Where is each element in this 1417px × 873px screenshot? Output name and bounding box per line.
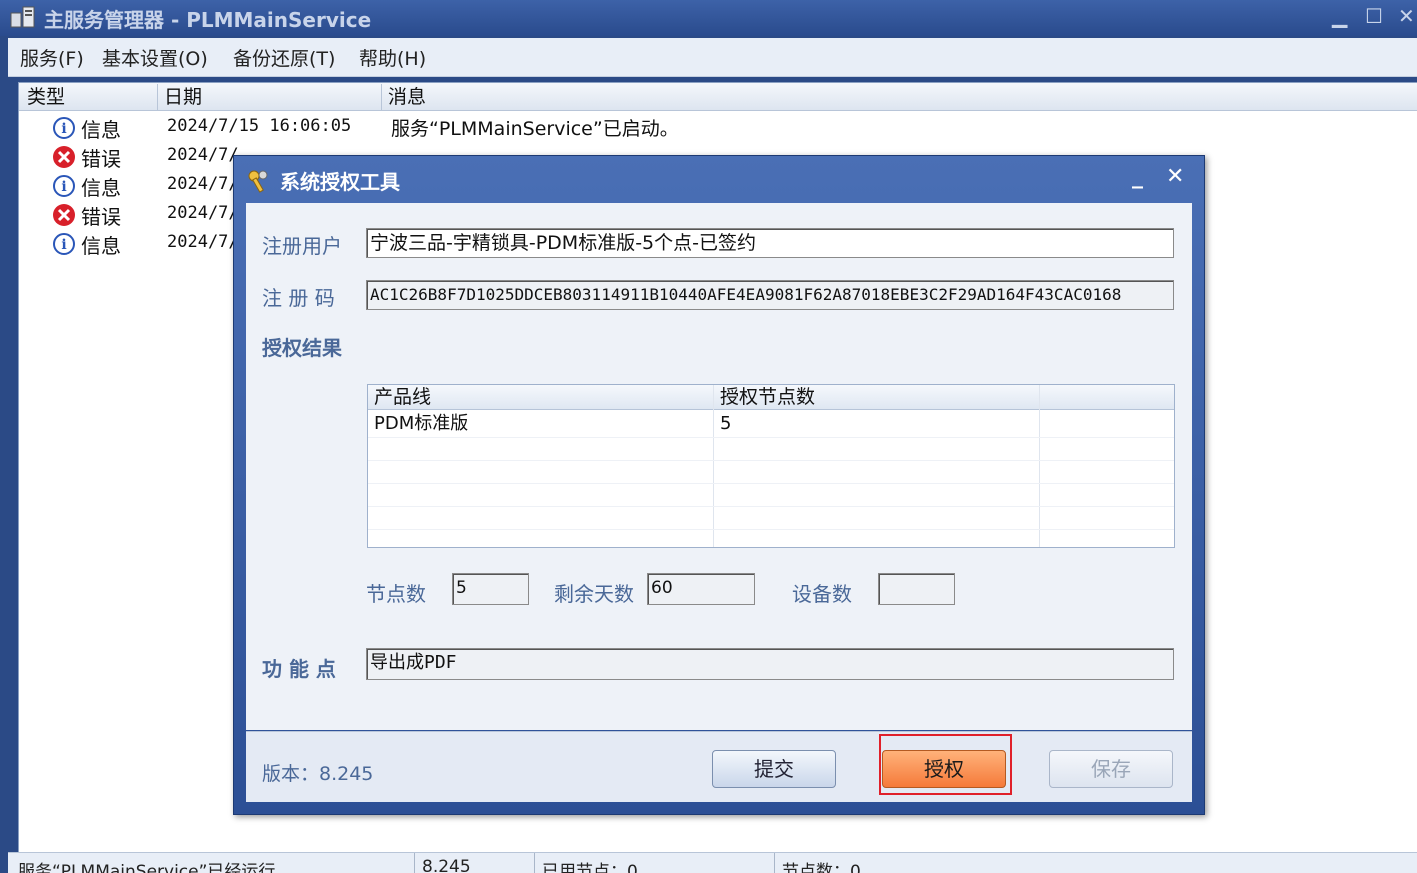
highlight-box <box>879 734 1012 795</box>
dialog-body: 注册用户 宁波三品-宇精锁具-PDM标准版-5个点-已签约 注 册 码 AC1C… <box>246 203 1192 730</box>
reg-code-label: 注 册 码 <box>262 286 335 310</box>
error-icon <box>53 146 75 168</box>
info-icon: i <box>53 117 75 139</box>
menu-backup-restore[interactable]: 备份还原(T) <box>233 44 335 71</box>
menu-help[interactable]: 帮助(H) <box>359 44 426 71</box>
status-version: 8.245 <box>422 857 471 873</box>
log-type: 错误 <box>81 205 121 229</box>
device-count-label: 设备数 <box>792 582 852 606</box>
log-message: 服务“PLMMainService”已启动。 <box>391 118 679 140</box>
log-type: 信息 <box>81 234 121 258</box>
dialog-footer: 版本：8.245 提交 授权 保存 <box>246 731 1192 802</box>
result-label: 授权结果 <box>262 336 342 360</box>
days-left-input[interactable]: 60 <box>647 573 755 605</box>
grid-header-empty <box>1039 385 1174 410</box>
reg-user-input[interactable]: 宁波三品-宇精锁具-PDM标准版-5个点-已签约 <box>366 228 1174 258</box>
dialog-close-icon[interactable]: ✕ <box>1166 164 1184 189</box>
grid-cell-nodes[interactable]: 5 <box>714 412 731 436</box>
status-used-nodes: 已用节点：0 <box>542 862 638 873</box>
main-title-bar: 主服务管理器 - PLMMainService ▁ ☐ ✕ <box>0 0 1417 36</box>
svg-text:i: i <box>61 179 66 195</box>
feature-label: 功 能 点 <box>262 657 336 681</box>
dialog-minimize-icon[interactable]: _ <box>1132 164 1143 189</box>
submit-button[interactable]: 提交 <box>712 750 836 788</box>
error-icon <box>53 204 75 226</box>
log-row[interactable]: i 信息 2024/7/15 16:06:05 服务“PLMMainServic… <box>19 113 1417 142</box>
info-icon: i <box>53 233 75 255</box>
grid-header-nodes[interactable]: 授权节点数 <box>713 385 1039 410</box>
days-left-label: 剩余天数 <box>554 582 634 606</box>
status-node-count: 节点数：0 <box>782 862 861 873</box>
keys-icon <box>248 170 268 193</box>
log-type: 错误 <box>81 147 121 171</box>
authorization-dialog: 系统授权工具 _ ✕ 注册用户 宁波三品-宇精锁具-PDM标准版-5个点-已签约… <box>233 155 1205 815</box>
col-message[interactable]: 消息 <box>381 84 1388 110</box>
svg-text:i: i <box>61 121 66 137</box>
log-date: 2024/7/ <box>167 145 239 165</box>
log-type: 信息 <box>81 176 121 200</box>
device-count-input[interactable] <box>878 573 955 605</box>
menu-bar: 服务(F) 基本设置(O) 备份还原(T) 帮助(H) <box>8 38 1417 77</box>
reg-user-label: 注册用户 <box>262 234 342 258</box>
main-window-title: 主服务管理器 - PLMMainService <box>44 8 372 32</box>
status-service: 服务“PLMMainService”已经运行 <box>18 862 276 873</box>
grid-header-product-line[interactable]: 产品线 <box>368 385 713 410</box>
minimize-icon[interactable]: ▁ <box>1332 4 1347 28</box>
feature-input[interactable]: 导出成PDF <box>366 648 1174 680</box>
close-icon[interactable]: ✕ <box>1398 4 1415 28</box>
log-date: 2024/7/15 16:06:05 <box>167 116 352 136</box>
authorization-result-grid[interactable]: 产品线 授权节点数 PDM标准版 5 <box>367 384 1175 548</box>
log-date: 2024/7/ <box>167 232 239 252</box>
reg-code-input[interactable]: AC1C26B8F7D1025DDCEB803114911B10440AFE4E… <box>366 280 1174 310</box>
log-date: 2024/7/ <box>167 203 239 223</box>
log-list-header: 类型 日期 消息 <box>19 83 1417 111</box>
save-button[interactable]: 保存 <box>1049 750 1173 788</box>
log-date: 2024/7/ <box>167 174 239 194</box>
dialog-title: 系统授权工具 <box>280 170 400 194</box>
grid-cell-product[interactable]: PDM标准版 <box>368 412 468 436</box>
menu-service[interactable]: 服务(F) <box>20 44 84 71</box>
server-app-icon <box>10 6 35 28</box>
version-text: 版本：8.245 <box>262 763 374 785</box>
log-type: 信息 <box>81 118 121 142</box>
svg-text:i: i <box>61 237 66 253</box>
status-bar: 服务“PLMMainService”已经运行 8.245 已用节点：0 节点数：… <box>8 852 1417 873</box>
col-date[interactable]: 日期 <box>157 84 378 110</box>
maximize-icon[interactable]: ☐ <box>1365 4 1383 28</box>
node-count-label: 节点数 <box>366 582 426 606</box>
menu-basic-settings[interactable]: 基本设置(O) <box>102 44 208 71</box>
col-type[interactable]: 类型 <box>21 84 155 110</box>
node-count-input[interactable]: 5 <box>452 573 529 605</box>
info-icon: i <box>53 175 75 197</box>
